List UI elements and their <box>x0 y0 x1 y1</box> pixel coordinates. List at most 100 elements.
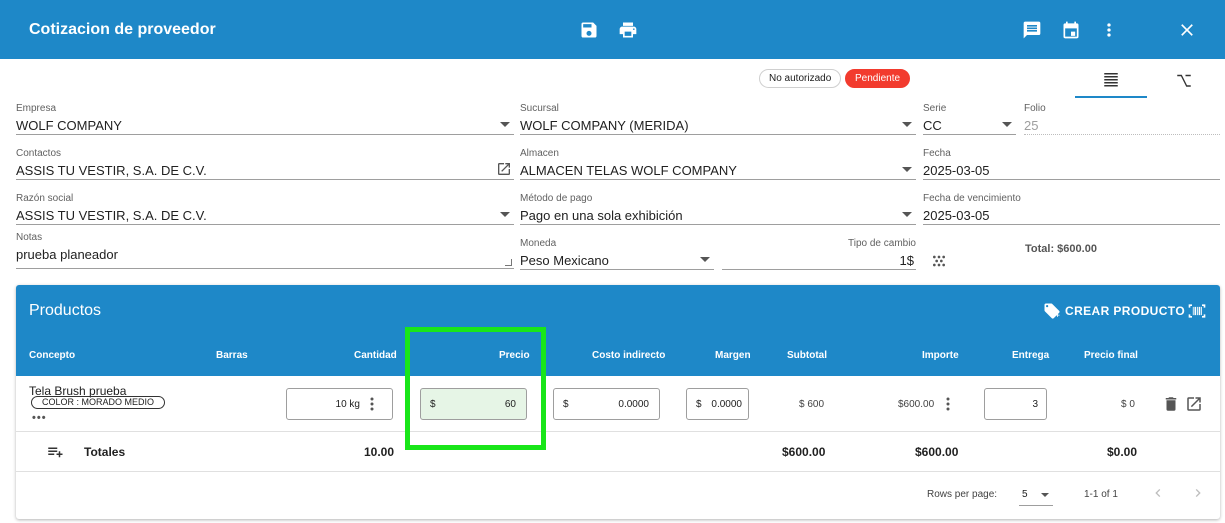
total-amount: Total: $600.00 <box>1025 243 1097 255</box>
totals-precio-final: $0.00 <box>1107 445 1138 459</box>
open-in-new-icon[interactable] <box>496 161 512 177</box>
close-icon[interactable] <box>1176 19 1198 41</box>
delete-icon[interactable] <box>1162 395 1180 413</box>
col-header-precio-final[interactable]: Precio final <box>1084 350 1138 361</box>
totals-row: Totales 10.00 $600.00 $600.00 $0.00 <box>16 432 1220 472</box>
more-horiz-icon[interactable]: ••• <box>32 412 47 424</box>
more-vert-icon[interactable] <box>1098 19 1120 41</box>
option-key-icon <box>1177 74 1191 87</box>
status-badge: Pendiente <box>845 69 911 88</box>
precio-prefix: $ <box>430 399 436 410</box>
rows-per-page-select[interactable]: 5 <box>1019 482 1053 506</box>
tab-flow-view[interactable] <box>1148 62 1220 98</box>
empresa-select[interactable]: Empresa WOLF COMPANY <box>16 103 514 135</box>
chevron-left-icon[interactable] <box>1150 485 1166 501</box>
save-icon[interactable] <box>578 19 600 41</box>
precio-value: 60 <box>504 399 516 410</box>
razon-social-value: ASSIS TU VESTIR, S.A. DE C.V. <box>16 208 207 223</box>
list-lines-icon <box>1104 73 1118 87</box>
metodo-pago-label: Método de pago <box>520 193 593 204</box>
tab-list-view[interactable] <box>1075 62 1147 98</box>
tipo-cambio-field[interactable]: Tipo de cambio 1$ <box>722 238 916 270</box>
moneda-select[interactable]: Moneda Peso Mexicano <box>520 238 714 270</box>
fecha-vencimiento-value: 2025-03-05 <box>923 208 990 223</box>
col-header-precio[interactable]: Precio <box>499 350 530 361</box>
col-header-importe[interactable]: Importe <box>922 350 959 361</box>
table-row: Tela Brush prueba COLOR : MORADO MEDIO •… <box>16 376 1220 432</box>
open-in-new-icon[interactable] <box>1185 395 1203 413</box>
totals-cantidad: 10.00 <box>364 445 395 459</box>
serie-select[interactable]: Serie CC <box>923 103 1016 135</box>
costo-indirecto-input[interactable]: $ 0.0000 <box>553 388 660 420</box>
authorization-chip: No autorizado <box>759 69 842 88</box>
calculator-dots-icon[interactable] <box>931 253 947 269</box>
entrega-input[interactable]: 3 <box>984 388 1047 420</box>
col-header-subtotal[interactable]: Subtotal <box>787 350 827 361</box>
playlist-add-icon[interactable] <box>46 443 64 461</box>
rows-per-page-value: 5 <box>1022 489 1028 500</box>
cantidad-value: 10 kg <box>335 399 360 410</box>
costo-prefix: $ <box>563 399 569 410</box>
print-icon[interactable] <box>617 19 639 41</box>
page-title: Cotizacion de proveedor <box>29 21 216 38</box>
products-title: Productos <box>29 302 102 319</box>
tipo-cambio-value: 1$ <box>899 253 914 268</box>
row-precio-final: $ 0 <box>1121 399 1135 410</box>
sucursal-value: WOLF COMPANY (MERIDA) <box>520 118 689 133</box>
comment-icon[interactable] <box>1021 19 1043 41</box>
dropdown-arrow-icon <box>902 212 912 217</box>
folio-label: Folio <box>1024 103 1046 114</box>
resize-handle-icon[interactable] <box>505 259 512 266</box>
totals-subtotal: $600.00 <box>782 445 826 459</box>
notas-value: prueba planeador <box>16 247 118 262</box>
dropdown-arrow-icon <box>500 212 510 217</box>
razon-social-label: Razón social <box>16 193 74 204</box>
calendar-icon[interactable] <box>1060 19 1082 41</box>
costo-value: 0.0000 <box>618 399 649 410</box>
serie-value: CC <box>923 118 942 133</box>
contactos-value: ASSIS TU VESTIR, S.A. DE C.V. <box>16 163 207 178</box>
sucursal-select[interactable]: Sucursal WOLF COMPANY (MERIDA) <box>520 103 916 135</box>
more-vert-icon[interactable] <box>370 397 374 411</box>
margen-prefix: $ <box>696 399 702 410</box>
totals-label: Totales <box>84 445 126 459</box>
contactos-field[interactable]: Contactos ASSIS TU VESTIR, S.A. DE C.V. <box>16 148 514 180</box>
col-header-concepto[interactable]: Concepto <box>29 350 75 361</box>
sucursal-label: Sucursal <box>520 103 559 114</box>
entrega-value: 3 <box>1032 399 1038 410</box>
cantidad-input[interactable]: 10 kg <box>286 388 393 420</box>
folio-value: 25 <box>1024 118 1039 133</box>
importe-more-vert-icon[interactable] <box>946 397 950 411</box>
margen-input[interactable]: $ 0.0000 <box>686 388 749 420</box>
razon-social-select[interactable]: Razón social ASSIS TU VESTIR, S.A. DE C.… <box>16 193 514 225</box>
dropdown-arrow-icon <box>500 122 510 127</box>
fecha-field[interactable]: Fecha 2025-03-05 <box>923 148 1220 180</box>
chevron-right-icon[interactable] <box>1190 485 1206 501</box>
margen-value: 0.0000 <box>711 399 742 410</box>
notas-label: Notas <box>16 232 43 243</box>
fecha-label: Fecha <box>923 148 951 159</box>
tag-plus-icon <box>1044 303 1060 319</box>
rows-per-page-label: Rows per page: <box>927 489 998 500</box>
empresa-label: Empresa <box>16 103 57 114</box>
tipo-cambio-label: Tipo de cambio <box>848 238 916 249</box>
create-product-button[interactable]: CREAR PRODUCTO <box>1043 301 1185 321</box>
precio-input[interactable]: $ 60 <box>420 388 527 420</box>
col-header-entrega[interactable]: Entrega <box>1012 350 1049 361</box>
notas-textarea[interactable]: Notas prueba planeador <box>16 232 514 269</box>
dropdown-arrow-icon <box>1002 122 1012 127</box>
products-header: Productos CREAR PRODUCTO Concepto Barras… <box>16 285 1220 376</box>
fecha-value: 2025-03-05 <box>923 163 990 178</box>
fecha-vencimiento-field[interactable]: Fecha de vencimiento 2025-03-05 <box>923 193 1220 225</box>
almacen-value: ALMACEN TELAS WOLF COMPANY <box>520 163 737 178</box>
metodo-pago-select[interactable]: Método de pago Pago en una sola exhibici… <box>520 193 916 225</box>
col-header-barras[interactable]: Barras <box>216 350 248 361</box>
totals-importe: $600.00 <box>915 445 959 459</box>
almacen-select[interactable]: Almacen ALMACEN TELAS WOLF COMPANY <box>520 148 916 180</box>
barcode-scan-icon[interactable] <box>1186 301 1208 321</box>
col-header-margen[interactable]: Margen <box>715 350 751 361</box>
dropdown-arrow-icon <box>902 167 912 172</box>
col-header-cantidad[interactable]: Cantidad <box>354 350 397 361</box>
products-card: Productos CREAR PRODUCTO Concepto Barras… <box>16 285 1220 519</box>
col-header-costo-indirecto[interactable]: Costo indirecto <box>592 350 665 361</box>
